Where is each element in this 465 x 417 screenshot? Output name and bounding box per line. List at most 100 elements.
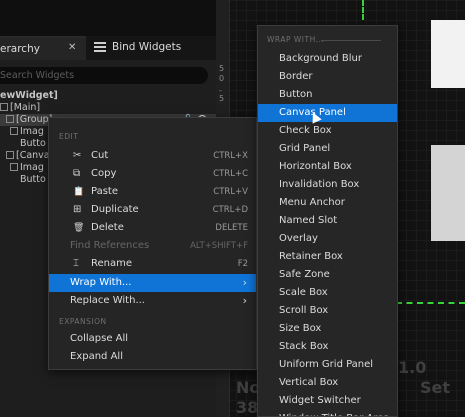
submenu-item-scroll-box[interactable]: Scroll Box [258, 302, 397, 320]
submenu-item-label: Vertical Box [279, 377, 339, 388]
widget-preview-box[interactable] [431, 20, 465, 88]
submenu-item-background-blur[interactable]: Background Blur [258, 50, 397, 68]
submenu-item-label: Size Box [279, 323, 322, 334]
tree-item-button[interactable]: Butto [20, 174, 46, 186]
menu-item-duplicate[interactable]: Duplicate CTRL+D [49, 201, 256, 219]
submenu-item-vertical-box[interactable]: Vertical Box [258, 374, 397, 392]
submenu-item-label: Border [279, 71, 313, 82]
submenu-item-label: Menu Anchor [279, 197, 345, 208]
submenu-item-size-box[interactable]: Size Box [258, 320, 397, 338]
context-menu: EDIT Cut CTRL+X Copy CTRL+C Paste CTRL+V Du… [48, 117, 257, 370]
search-input[interactable]: Search Widgets [0, 67, 208, 84]
widget-preview-box[interactable] [431, 145, 465, 241]
close-icon[interactable]: ✕ [68, 42, 76, 53]
tree-item-label: ewWidget] [0, 90, 58, 101]
submenu-item-label: Overlay [279, 233, 318, 244]
submenu-item-label: Retainer Box [279, 251, 343, 262]
submenu-item-check-box[interactable]: Check Box [258, 122, 397, 140]
tree-item-image[interactable]: Imag [10, 126, 44, 138]
search-placeholder: Search Widgets [0, 70, 75, 81]
submenu-item-label: Stack Box [279, 341, 329, 352]
wrap-with-submenu: WRAP WITH... Background Blur Border Button… [257, 25, 398, 417]
canvas-text: 1.0 [398, 358, 427, 377]
submenu-item-button[interactable]: Button [258, 86, 397, 104]
menu-item-expand-all[interactable]: Expand All [49, 348, 256, 366]
tab-hierarchy[interactable]: erarchy ✕ [0, 36, 86, 60]
menu-item-shortcut: F2 [237, 259, 248, 269]
menu-item-wrap-with[interactable]: Wrap With... › [49, 274, 256, 292]
submenu-item-label: Check Box [279, 125, 332, 136]
menu-item-replace-with[interactable]: Replace With... › [49, 292, 256, 310]
submenu-item-canvas-panel[interactable]: Canvas Panel [258, 104, 397, 122]
menu-item-label: Replace With... [70, 295, 145, 306]
divider [321, 40, 381, 41]
menu-item-label: Collapse All [70, 333, 129, 344]
submenu-item-label: Horizontal Box [279, 161, 352, 172]
menu-item-label: Expand All [70, 351, 123, 362]
menu-item-rename[interactable]: Rename F2 [49, 255, 256, 273]
tree-item-root[interactable]: ewWidget] [0, 90, 58, 102]
menu-item-label: Delete [91, 222, 124, 233]
menu-item-collapse-all[interactable]: Collapse All [49, 330, 256, 348]
tab-hierarchy-label: erarchy [0, 43, 40, 55]
canvas-icon [6, 151, 14, 159]
submenu-item-label: Safe Zone [279, 269, 330, 280]
top-strip [0, 0, 216, 36]
submenu-item-label: Scroll Box [279, 305, 329, 316]
submenu-item-retainer-box[interactable]: Retainer Box [258, 248, 397, 266]
canvas-text: 38 [236, 398, 259, 417]
ruler-mark: 5 [219, 64, 225, 73]
menu-item-shortcut: DELETE [215, 223, 248, 233]
menu-item-shortcut: CTRL+C [213, 169, 248, 179]
duplicate-icon [73, 205, 83, 215]
tree-item-canvas[interactable]: [Canva [6, 150, 50, 162]
submenu-item-label: Grid Panel [279, 143, 331, 154]
submenu-item-widget-switcher[interactable]: Widget Switcher [258, 392, 397, 410]
submenu-item-window-title-bar-area[interactable]: Window Title Bar Area [258, 410, 397, 416]
menu-item-find-references: Find References ALT+SHIFT+F [49, 237, 256, 255]
menu-item-copy[interactable]: Copy CTRL+C [49, 165, 256, 183]
tree-item-label: [Group] [16, 114, 53, 125]
tree-item-button[interactable]: Butto [20, 138, 46, 150]
submenu-item-label: Background Blur [279, 53, 362, 64]
tab-bind-widgets-label: Bind Widgets [112, 41, 182, 53]
tree-item-label: Butto [20, 138, 46, 149]
chevron-right-icon: › [242, 276, 247, 289]
ruler-mark: 5 [219, 94, 225, 103]
section-edit: EDIT [59, 132, 79, 141]
submenu-item-uniform-grid-panel[interactable]: Uniform Grid Panel [258, 356, 397, 374]
tree-item-image[interactable]: Imag [10, 162, 44, 174]
tree-item-label: Imag [20, 162, 44, 173]
paste-icon [73, 187, 83, 197]
menu-item-cut[interactable]: Cut CTRL+X [49, 147, 256, 165]
submenu-item-label: Widget Switcher [279, 395, 361, 406]
tree-item-label: [Main] [10, 102, 41, 113]
menu-item-paste[interactable]: Paste CTRL+V [49, 183, 256, 201]
menu-item-label: Wrap With... [70, 277, 132, 288]
submenu-item-safe-zone[interactable]: Safe Zone [258, 266, 397, 284]
submenu-item-grid-panel[interactable]: Grid Panel [258, 140, 397, 158]
submenu-item-overlay[interactable]: Overlay [258, 230, 397, 248]
tree-item-main[interactable]: [Main] [0, 102, 40, 114]
menu-item-delete[interactable]: Delete DELETE [49, 219, 256, 237]
submenu-item-horizontal-box[interactable]: Horizontal Box [258, 158, 397, 176]
submenu-item-label: Button [279, 89, 313, 100]
guide-line [362, 0, 364, 20]
submenu-item-label: Uniform Grid Panel [279, 359, 374, 370]
tree-item-label: Imag [20, 126, 44, 137]
list-icon [94, 42, 106, 52]
menu-item-label: Rename [91, 258, 133, 269]
section-expansion: EXPANSION [59, 317, 107, 326]
submenu-item-label: Invalidation Box [279, 179, 360, 190]
submenu-item-scale-box[interactable]: Scale Box [258, 284, 397, 302]
tree-item-label: [Canva [16, 150, 50, 161]
submenu-item-menu-anchor[interactable]: Menu Anchor [258, 194, 397, 212]
submenu-item-invalidation-box[interactable]: Invalidation Box [258, 176, 397, 194]
image-icon [10, 127, 18, 135]
cut-icon [73, 151, 83, 161]
submenu-item-named-slot[interactable]: Named Slot [258, 212, 397, 230]
submenu-item-stack-box[interactable]: Stack Box [258, 338, 397, 356]
copy-icon [73, 169, 83, 179]
submenu-item-border[interactable]: Border [258, 68, 397, 86]
tree-item-label: Butto [20, 174, 46, 185]
